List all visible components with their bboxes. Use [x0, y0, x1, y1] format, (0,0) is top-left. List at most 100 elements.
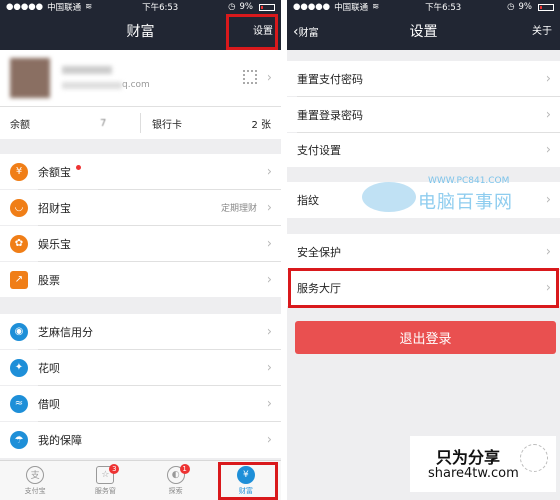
chevron-right-icon: › [266, 396, 272, 411]
sesame-credit-icon: ◉ [10, 322, 28, 341]
battery-percent: 9% [239, 2, 254, 12]
tab-alipay[interactable]: 支 支付宝 [0, 461, 70, 500]
divider [140, 113, 141, 133]
alarm-icon: ◷ [507, 2, 515, 12]
menu-item-stock[interactable]: ↗ 股票 › [0, 262, 281, 297]
balance-value: 7 [100, 117, 107, 129]
alipay-tab-icon: 支 [26, 465, 45, 484]
avatar [10, 58, 50, 98]
brand-watermark: 只为分享 share4tw.com [410, 436, 556, 492]
wifi-icon: ≋ [85, 2, 93, 12]
highlight-box-wealth-tab [218, 462, 278, 500]
settings-label: 支付设置 [297, 144, 341, 157]
settings-label: 重置登录密码 [297, 108, 363, 122]
menu-label: 我的保障 [38, 434, 82, 447]
menu-label: 股票 [38, 273, 60, 287]
balance-label: 余额 [10, 119, 30, 131]
highlight-box-service-hall [288, 268, 559, 308]
nav-bar: ‹财富 设置 关于 [287, 14, 560, 50]
tab-badge: 3 [109, 464, 120, 474]
menu-label: 借呗 [38, 397, 60, 411]
chevron-right-icon: › [545, 192, 551, 208]
highlight-box-settings [226, 14, 278, 50]
battery-percent: 9% [518, 2, 533, 12]
yulebao-icon: ✿ [10, 234, 28, 253]
wifi-icon: ≋ [372, 2, 380, 12]
menu-label: 招财宝 [38, 201, 71, 215]
settings-screen: ●●●●● 中国联通 ≋ 下午6:53 ◷ 9% ‹财富 设置 关于 重置支付密码 ›… [287, 0, 560, 500]
dandelion-icon [520, 444, 548, 472]
carrier: 中国联通 [334, 3, 369, 13]
chevron-right-icon: › [266, 236, 272, 251]
settings-item-fingerprint[interactable]: 指纹 › [287, 182, 560, 218]
battery-icon [538, 3, 554, 11]
settings-label: 安全保护 [297, 245, 341, 259]
balance-row: 余额 7 银行卡 2 张 [0, 107, 281, 139]
carrier: 中国联通 [47, 3, 82, 13]
chevron-right-icon: › [545, 244, 551, 259]
settings-item-payment-settings[interactable]: 支付设置 › [287, 133, 560, 167]
blurred-name [62, 66, 112, 74]
tab-label: 服务窗 [94, 486, 116, 495]
signal-icon: ●●●●● [293, 2, 331, 12]
wealth-screen: ●●●●● 中国联通 ≋ 下午6:53 ◷ 9% 财富 设置 q.com › 余额 7… [0, 0, 281, 500]
settings-item-reset-pay-password[interactable]: 重置支付密码 › [287, 61, 560, 96]
account-suffix: q.com [122, 80, 150, 90]
profile-row[interactable]: q.com › [0, 50, 281, 106]
menu-right-text: 定期理财 [220, 204, 257, 214]
chevron-right-icon: › [266, 324, 272, 339]
tab-service-window[interactable]: ☆ 3 服务窗 [70, 461, 140, 500]
qr-code-icon[interactable] [243, 70, 257, 84]
chevron-right-icon: › [266, 432, 272, 448]
chevron-right-icon: › [266, 360, 272, 375]
menu-item-insurance[interactable]: ☂ 我的保障 › [0, 422, 281, 458]
page-title: 设置 [409, 24, 438, 40]
chevron-right-icon: › [266, 200, 272, 215]
zhaocaibao-icon: ◡ [10, 198, 28, 217]
insurance-icon: ☂ [10, 431, 28, 449]
clock: 下午6:53 [142, 3, 179, 13]
chevron-right-icon: › [545, 107, 551, 122]
brand-url: share4tw.com [428, 466, 519, 481]
settings-label: 重置支付密码 [297, 72, 363, 86]
settings-label: 指纹 [297, 194, 319, 207]
menu-item-jiebei[interactable]: ≈ 借呗 › [0, 386, 281, 421]
settings-item-reset-login-password[interactable]: 重置登录密码 › [287, 97, 560, 132]
tab-label: 支付宝 [24, 486, 46, 495]
logout-button[interactable]: 退出登录 [295, 321, 556, 354]
red-dot-badge [76, 165, 81, 170]
chevron-right-icon: › [545, 142, 551, 158]
alarm-icon: ◷ [228, 2, 236, 12]
stock-icon: ↗ [10, 270, 28, 289]
menu-item-sesame-credit[interactable]: ◉ 芝麻信用分 › [0, 314, 281, 349]
bankcard-value[interactable]: 2 张 [251, 116, 271, 131]
jiebei-icon: ≈ [10, 394, 28, 413]
settings-item-security[interactable]: 安全保护 › [287, 234, 560, 269]
tab-badge: 1 [179, 464, 190, 474]
chevron-right-icon: › [266, 272, 272, 287]
menu-item-yuebao[interactable]: ¥ 余额宝 › [0, 154, 281, 189]
menu-label: 娱乐宝 [38, 237, 71, 251]
menu-item-huabei[interactable]: ✦ 花呗 › [0, 350, 281, 385]
chevron-right-icon: › [545, 71, 551, 86]
clock: 下午6:53 [425, 3, 462, 13]
menu-item-yulebao[interactable]: ✿ 娱乐宝 › [0, 226, 281, 261]
chevron-right-icon: › [266, 70, 272, 86]
menu-label: 芝麻信用分 [38, 325, 93, 339]
menu-item-zhaocaibao[interactable]: ◡ 招财宝 定期理财 › [0, 190, 281, 225]
chevron-right-icon: › [266, 164, 272, 179]
status-bar: ●●●●● 中国联通 ≋ 下午6:53 ◷ 9% [0, 0, 281, 14]
brand-name: 只为分享 [436, 448, 501, 467]
blurred-account [62, 81, 122, 89]
status-bar: ●●●●● 中国联通 ≋ 下午6:53 ◷ 9% [287, 0, 560, 14]
bankcard-label[interactable]: 银行卡 [152, 116, 182, 131]
huabei-icon: ✦ [10, 358, 28, 377]
battery-icon [259, 3, 275, 11]
menu-label: 余额宝 [38, 165, 71, 179]
signal-icon: ●●●●● [6, 2, 44, 12]
tab-explore[interactable]: ◐ 1 探索 [141, 461, 211, 500]
tab-label: 探索 [168, 486, 183, 495]
yuebao-icon: ¥ [10, 162, 28, 181]
menu-label: 花呗 [38, 361, 60, 375]
about-button[interactable]: 关于 [524, 14, 560, 50]
